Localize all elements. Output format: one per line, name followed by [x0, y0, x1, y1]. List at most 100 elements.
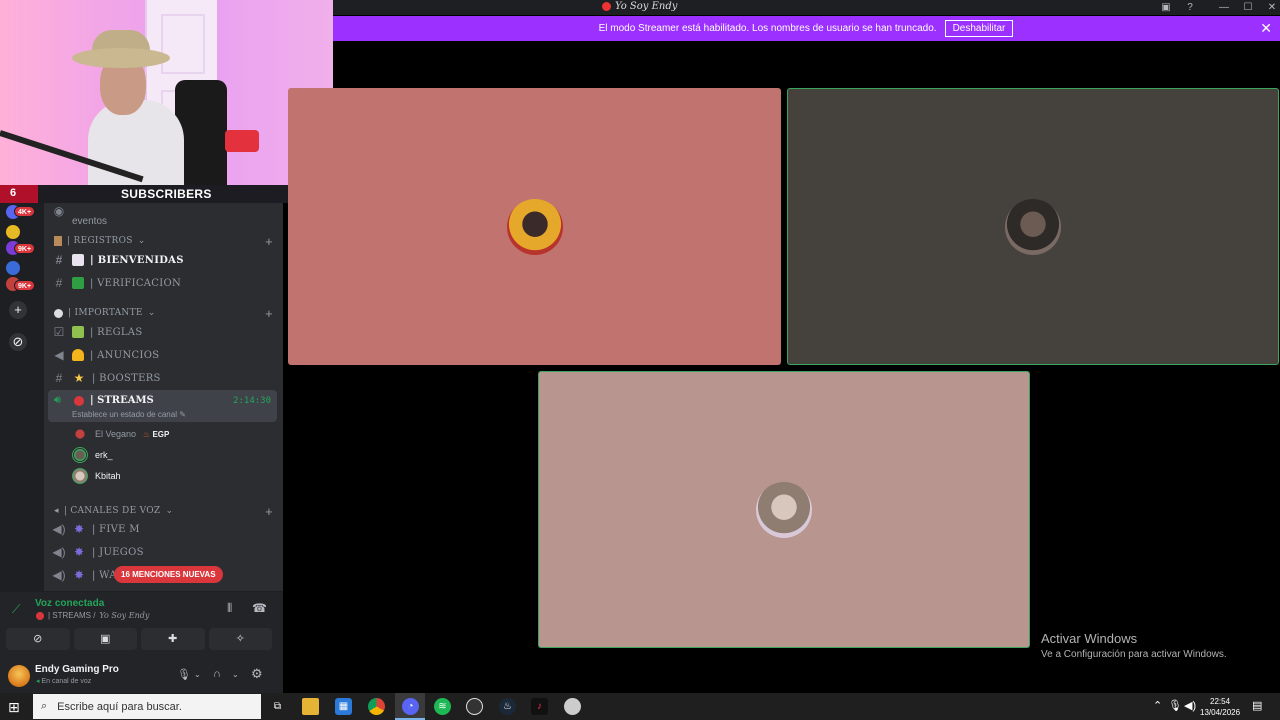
voice-user[interactable]: erk_: [72, 445, 113, 465]
title-bar: Yo Soy Endy ▣ ? — ☐ ✕: [332, 0, 1280, 15]
clock-date: 13/04/2026: [1200, 708, 1241, 717]
gear-icon[interactable]: ⚙: [251, 666, 263, 682]
voice-channel-juegos[interactable]: ◀) ✸ | JUEGOS: [52, 541, 277, 563]
tiktok-icon[interactable]: ♪: [531, 698, 548, 715]
speaker-icon: 🔊︎: [54, 394, 61, 406]
soundboard-icon[interactable]: ✧: [208, 628, 272, 650]
user-name: Endy Gaming Pro: [35, 664, 119, 675]
rail-badge: 4K+: [14, 206, 36, 217]
search-icon: ⌕: [41, 700, 48, 712]
chevron-down-icon[interactable]: ⌄: [232, 670, 239, 679]
steam-icon[interactable]: ♨: [499, 698, 516, 715]
watermark-subtitle: Ve a Configuración para activar Windows.: [1041, 649, 1227, 660]
channel-label: | REGLAS: [90, 326, 143, 338]
taskbar-clock[interactable]: 22:54 13/04/2026: [1200, 696, 1240, 718]
no-entry-icon: [54, 308, 63, 318]
task-view-icon[interactable]: ⧉: [269, 698, 286, 715]
taskbar-search[interactable]: ⌕ Escribe aquí para buscar.: [33, 694, 261, 719]
server-icon: [602, 2, 611, 11]
disconnect-icon[interactable]: ☎: [252, 601, 267, 615]
video-tile[interactable]: [787, 88, 1279, 365]
category-label: | REGISTROS: [67, 236, 133, 246]
chevron-down-icon[interactable]: ⌄: [194, 670, 201, 679]
voice-user[interactable]: Kbitah: [72, 466, 121, 486]
app-icon[interactable]: [564, 698, 581, 715]
clock-time: 22:54: [1210, 697, 1231, 706]
active-voice-channel[interactable]: 🔊︎ | STREAMS 2:14:30 Establece un estado…: [48, 390, 277, 422]
chevron-down-icon: ⌄: [137, 236, 146, 246]
headphones-icon[interactable]: ∩: [213, 668, 221, 680]
store-icon[interactable]: ▦: [335, 698, 352, 715]
avatar[interactable]: [8, 665, 30, 687]
add-channel-icon[interactable]: +: [265, 306, 273, 321]
chrome-icon[interactable]: [368, 698, 385, 715]
avatar: [1005, 198, 1061, 255]
notifications-icon[interactable]: ▤: [1252, 699, 1262, 712]
channel-boosters[interactable]: # ★ | BOOSTERS: [52, 367, 277, 389]
close-banner-icon[interactable]: ✕: [1260, 21, 1272, 35]
channel-label: | BIENVENIDAS: [90, 254, 184, 266]
ledger-icon: [72, 326, 84, 338]
add-channel-icon[interactable]: +: [265, 234, 273, 249]
voice-user[interactable]: El Vegano ♨ EGP: [72, 424, 169, 444]
user-tag-text: EGP: [152, 429, 170, 439]
activities-icon[interactable]: ✚: [141, 628, 205, 650]
help-icon[interactable]: ?: [1178, 2, 1202, 13]
noise-suppression-icon[interactable]: ⦀: [227, 601, 232, 616]
file-explorer-icon[interactable]: [302, 698, 319, 715]
video-tile[interactable]: [538, 371, 1030, 648]
category-canales-de-voz[interactable]: ◂ | CANALES DE VOZ ⌄ +: [54, 504, 273, 519]
app-title: Yo Soy Endy: [602, 1, 677, 12]
maximize-icon[interactable]: ☐: [1236, 2, 1260, 13]
taskbar: ⊞ ⌕ Escribe aquí para buscar. ⧉ ▦ ◔ ≋ ♨ …: [0, 693, 1280, 720]
channel-label: eventos: [72, 215, 108, 227]
avatar: [72, 447, 88, 463]
screen-share-icon[interactable]: ▣: [73, 628, 137, 650]
microphone-icon[interactable]: 🎙︎: [177, 668, 191, 681]
chevron-down-icon: ⌄: [147, 308, 156, 318]
voice-channel-five-m[interactable]: ◀) ✸ | FIVE M: [52, 518, 277, 540]
windows-start-icon[interactable]: ⊞: [8, 699, 20, 716]
close-window-icon[interactable]: ✕: [1260, 2, 1280, 13]
voice-connected-label[interactable]: Voz conectada: [35, 598, 104, 609]
voice-panel: ⟋ Voz conectada | STREAMS / Yo Soy Endy …: [0, 591, 283, 657]
fire-icon: ♨: [143, 429, 151, 439]
volume-icon[interactable]: ◀): [1184, 699, 1196, 712]
server-icon[interactable]: [6, 225, 20, 239]
bell-icon: [72, 349, 84, 361]
camera-off-icon[interactable]: ⊘: [6, 628, 70, 650]
star-icon: ★: [73, 371, 85, 385]
explore-icon[interactable]: ⊘: [9, 333, 27, 351]
chevron-down-icon: ⌄: [165, 506, 174, 516]
speaker-icon: ◂: [54, 506, 59, 516]
channel-label: | JUEGOS: [92, 546, 144, 558]
server-icon[interactable]: [6, 261, 20, 275]
add-server-icon[interactable]: +: [9, 301, 27, 319]
check-icon: [72, 277, 84, 289]
tray-microphone-icon[interactable]: 🎙︎: [1168, 699, 1182, 712]
category-importante[interactable]: | IMPORTANTE ⌄ +: [54, 306, 273, 321]
obs-icon[interactable]: [466, 698, 483, 715]
inbox-icon[interactable]: ▣: [1154, 2, 1178, 13]
disable-streamer-button[interactable]: Deshabilitar: [944, 20, 1014, 37]
speaker-icon: ◀): [52, 545, 66, 559]
alien-icon: ✸: [73, 545, 85, 559]
voice-location: | STREAMS / Yo Soy Endy: [36, 611, 149, 620]
discord-icon[interactable]: ◔: [402, 698, 419, 715]
tray-overflow-icon[interactable]: ⌃: [1153, 699, 1162, 712]
channel-label: | VERIFICACION: [90, 277, 182, 289]
channel-reglas[interactable]: ☑ | REGLAS: [52, 321, 277, 343]
channel-eventos[interactable]: ◉ eventos: [52, 203, 277, 227]
channel-anuncios[interactable]: ◀ | ANUNCIOS: [52, 344, 277, 366]
spotify-icon[interactable]: ≋: [434, 698, 451, 715]
channel-verificacion[interactable]: # | VERIFICACION: [52, 272, 277, 294]
webcam-hat-brim: [72, 48, 170, 68]
alien-icon: ✸: [73, 568, 85, 582]
minimize-icon[interactable]: —: [1212, 2, 1236, 13]
channel-bienvenidas[interactable]: # | BIENVENIDAS: [52, 249, 277, 271]
category-registros[interactable]: | REGISTROS ⌄ +: [54, 234, 273, 249]
channel-status[interactable]: Establece un estado de canal ✎: [72, 410, 186, 419]
add-channel-icon[interactable]: +: [265, 504, 273, 519]
new-mentions-pill[interactable]: 16 MENCIONES NUEVAS: [114, 566, 223, 583]
video-tile[interactable]: [288, 88, 781, 365]
